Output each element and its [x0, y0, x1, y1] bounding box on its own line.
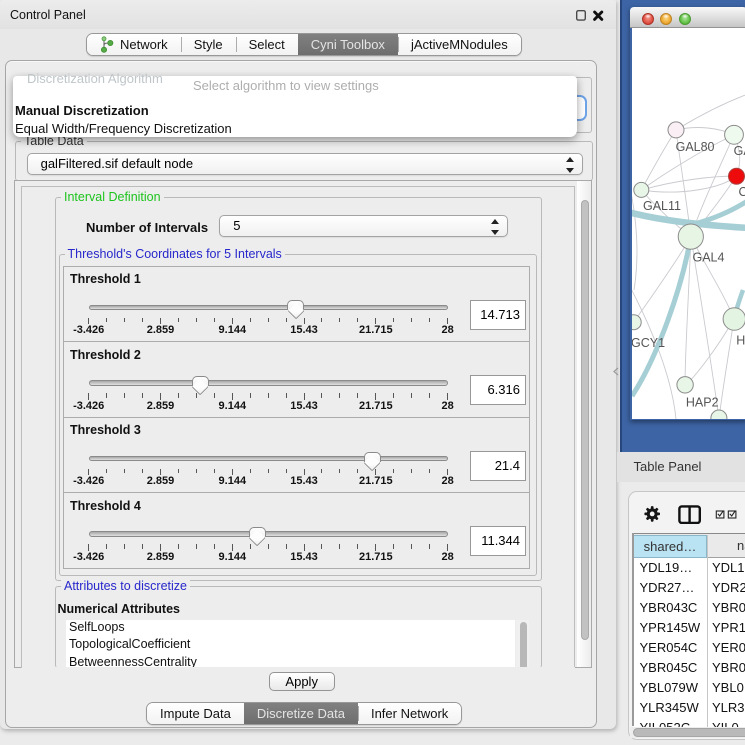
- svg-text:HAP2: HAP2: [686, 396, 719, 410]
- svg-text:HA: HA: [736, 334, 745, 348]
- svg-text:GCY1: GCY1: [632, 336, 665, 350]
- svg-text:GAL4: GAL4: [692, 251, 724, 265]
- svg-text:CY: CY: [738, 185, 745, 199]
- svg-text:GA: GA: [733, 144, 744, 158]
- svg-text:GAL11: GAL11: [643, 199, 681, 213]
- svg-text:GAL80: GAL80: [675, 140, 714, 154]
